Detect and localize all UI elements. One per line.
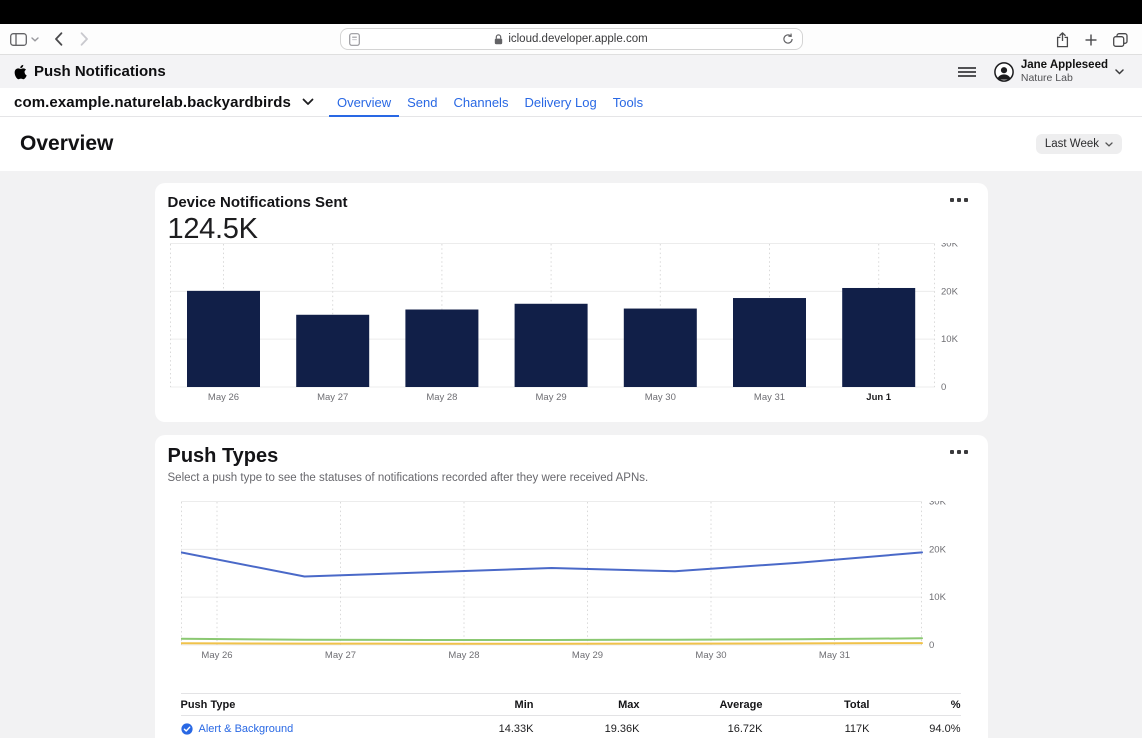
svg-text:10K: 10K (941, 334, 959, 345)
tab-overview[interactable]: Overview (329, 88, 399, 117)
device-notifications-card: Device Notifications Sent 124.5K May 26M… (155, 183, 988, 422)
svg-text:30K: 30K (929, 501, 947, 508)
push-type-link[interactable]: Alert & Background (199, 723, 294, 735)
svg-text:May 29: May 29 (571, 650, 602, 661)
tab-tools[interactable]: Tools (605, 88, 651, 117)
share-icon[interactable] (1056, 32, 1069, 48)
card-options-button[interactable] (950, 450, 968, 454)
svg-text:10K: 10K (929, 592, 947, 603)
page-title-row: Overview Last Week (0, 117, 1142, 171)
svg-text:May 30: May 30 (695, 650, 726, 661)
avatar-icon (994, 62, 1014, 82)
macos-top-bar (0, 0, 1142, 24)
sidebar-chevron-down-icon[interactable] (31, 37, 39, 42)
page-content: Device Notifications Sent 124.5K May 26M… (0, 171, 1142, 738)
reader-icon[interactable] (349, 33, 360, 46)
app-id-chevron-down-icon (302, 98, 314, 106)
push-types-card: Push Types Select a push type to see the… (155, 435, 988, 738)
reload-icon[interactable] (782, 33, 794, 45)
app-title: Push Notifications (34, 63, 166, 80)
header-max: Max (534, 699, 640, 711)
header-average: Average (640, 699, 763, 711)
url-text: icloud.developer.apple.com (508, 33, 647, 45)
apple-logo-icon (14, 64, 27, 80)
card-title: Push Types (155, 435, 988, 468)
back-icon[interactable] (54, 32, 63, 46)
card-options-button[interactable] (950, 198, 968, 202)
header-min: Min (434, 699, 534, 711)
account-chevron-down-icon (1115, 69, 1124, 75)
notifications-total: 124.5K (155, 213, 988, 246)
user-name: Jane Appleseed (1021, 59, 1108, 72)
svg-text:May 27: May 27 (317, 392, 348, 403)
app-nav-row: com.example.naturelab.backyardbirds Over… (0, 88, 1142, 117)
svg-text:May 26: May 26 (207, 392, 238, 403)
menu-icon[interactable] (958, 67, 976, 77)
app-id: com.example.naturelab.backyardbirds (14, 94, 291, 111)
push-types-table: Push Type Min Max Average Total % Alert … (181, 693, 961, 738)
address-bar[interactable]: icloud.developer.apple.com (340, 28, 803, 50)
header-push-type: Push Type (181, 699, 434, 711)
svg-text:20K: 20K (941, 286, 959, 297)
lock-icon (494, 34, 503, 45)
header-percent: % (870, 699, 961, 711)
header-total: Total (763, 699, 870, 711)
page-title: Overview (20, 132, 113, 156)
cell-percent: 94.0% (870, 723, 961, 735)
line-chart: May 26 May 27 May 28 May 29 May 30 May 31 0 10K… (181, 501, 971, 671)
checkmark-badge-icon (181, 723, 193, 735)
account-menu[interactable]: Jane Appleseed Nature Lab (994, 59, 1124, 84)
tab-overview-icon[interactable] (1113, 33, 1128, 47)
cell-total: 117K (763, 723, 870, 735)
svg-text:May 30: May 30 (644, 392, 675, 403)
browser-toolbar: icloud.developer.apple.com (0, 24, 1142, 55)
cell-max: 19.36K (534, 723, 640, 735)
cell-average: 16.72K (640, 723, 763, 735)
card-subtitle: Select a push type to see the statuses o… (155, 468, 988, 484)
cell-min: 14.33K (434, 723, 534, 735)
user-org: Nature Lab (1021, 72, 1108, 84)
time-range-button[interactable]: Last Week (1036, 134, 1122, 154)
svg-text:May 26: May 26 (201, 650, 232, 661)
svg-text:May 31: May 31 (818, 650, 849, 661)
svg-text:0: 0 (941, 382, 946, 393)
forward-icon[interactable] (80, 32, 89, 46)
svg-text:Jun 1: Jun 1 (866, 392, 892, 403)
app-id-selector[interactable]: com.example.naturelab.backyardbirds (14, 94, 314, 111)
tab-channels[interactable]: Channels (446, 88, 517, 117)
bar-chart: May 26 May 27 May 28 May 29 May 30 May 31 Jun … (170, 243, 973, 411)
table-row: Alert & Background 14.33K 19.36K 16.72K … (181, 716, 961, 738)
svg-text:May 29: May 29 (535, 392, 566, 403)
range-chevron-down-icon (1105, 142, 1113, 147)
svg-text:30K: 30K (941, 243, 959, 250)
card-title: Device Notifications Sent (155, 183, 988, 211)
table-header-row: Push Type Min Max Average Total % (181, 693, 961, 716)
svg-text:May 31: May 31 (753, 392, 784, 403)
sidebar-icon[interactable] (10, 33, 27, 46)
svg-text:May 28: May 28 (426, 392, 457, 403)
new-tab-icon[interactable] (1085, 34, 1097, 46)
svg-text:20K: 20K (929, 544, 947, 555)
section-tabs: Overview Send Channels Delivery Log Tool… (329, 88, 651, 117)
tab-delivery-log[interactable]: Delivery Log (516, 88, 604, 117)
tab-send[interactable]: Send (399, 88, 445, 117)
app-header: Push Notifications Jane Appleseed Nature… (0, 55, 1142, 88)
svg-text:May 27: May 27 (324, 650, 355, 661)
svg-text:0: 0 (929, 640, 934, 651)
svg-text:May 28: May 28 (448, 650, 479, 661)
time-range-label: Last Week (1045, 138, 1099, 150)
